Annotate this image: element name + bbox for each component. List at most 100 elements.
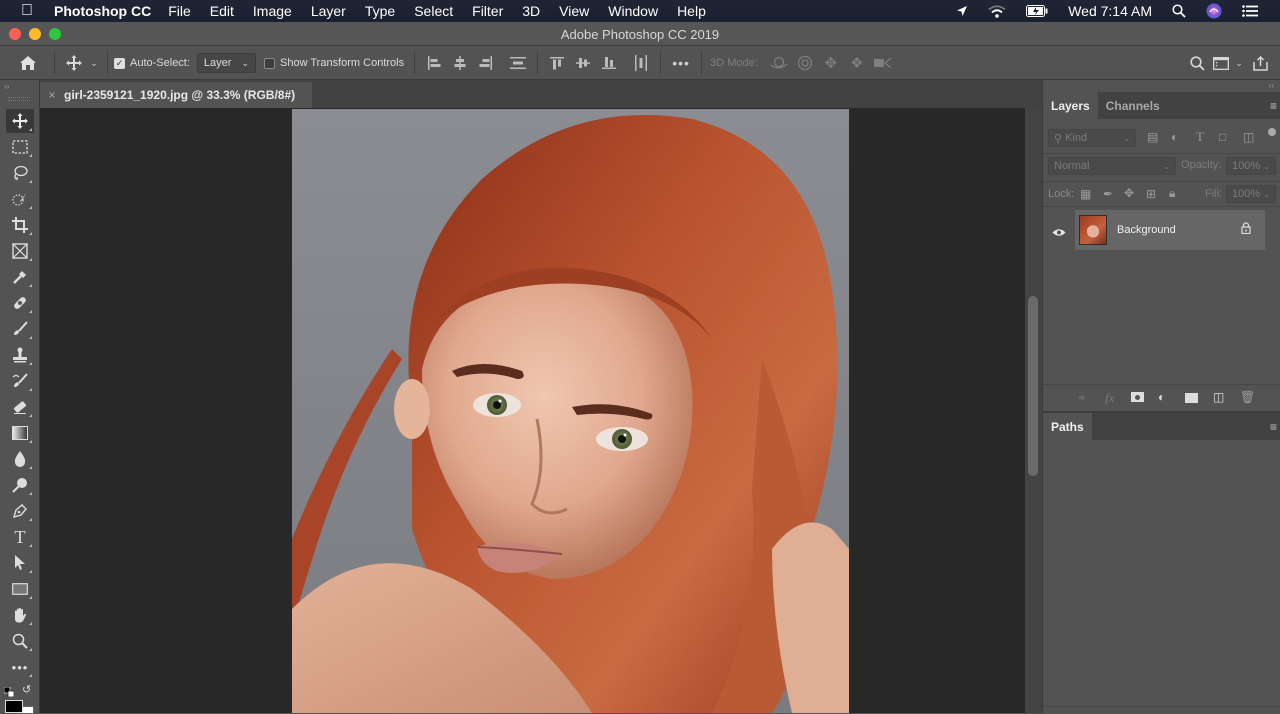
battery-charging-icon[interactable] <box>1026 5 1048 17</box>
link-layers-icon[interactable]: ⚭ <box>1077 391 1087 405</box>
close-document-icon[interactable]: × <box>40 88 64 102</box>
menu-edit[interactable]: Edit <box>210 3 234 19</box>
wifi-icon[interactable] <box>988 4 1006 18</box>
layer-name[interactable]: Background <box>1117 224 1241 236</box>
layers-panel-menu-icon[interactable]: ≡ <box>1270 99 1277 113</box>
spot-healing-brush-tool[interactable] <box>6 291 34 315</box>
default-colors-icon[interactable] <box>3 684 15 698</box>
auto-select-target-dropdown[interactable]: Layer ⌄ <box>196 53 256 73</box>
align-right-edges-icon[interactable] <box>473 51 499 75</box>
lock-image-pixels-icon[interactable]: ✒ <box>1103 187 1113 201</box>
brush-tool[interactable] <box>6 317 34 341</box>
dodge-tool[interactable] <box>6 473 34 497</box>
hand-tool[interactable] <box>6 603 34 627</box>
add-mask-icon[interactable] <box>1131 392 1144 402</box>
auto-select-checkbox[interactable]: ✓ <box>114 57 125 69</box>
crop-tool[interactable] <box>6 213 34 237</box>
swap-colors-icon[interactable]: ↺ <box>22 683 31 696</box>
home-button[interactable] <box>8 51 48 75</box>
rectangle-tool[interactable] <box>6 577 34 601</box>
new-layer-icon[interactable]: ◫ <box>1213 390 1224 404</box>
adjustment-layer-icon[interactable]: ◐ <box>1158 390 1165 404</box>
clone-stamp-tool[interactable] <box>6 343 34 367</box>
siri-icon[interactable] <box>1206 3 1222 19</box>
lock-artboard-icon[interactable]: ⊞ <box>1146 187 1156 201</box>
collapse-panels-icon[interactable]: ‹‹ <box>1269 81 1274 90</box>
menu-file[interactable]: File <box>168 3 191 19</box>
fx-icon[interactable]: fx <box>1105 390 1114 406</box>
edit-toolbar-icon[interactable]: ••• <box>6 655 34 679</box>
tab-layers[interactable]: Layers <box>1043 92 1098 119</box>
menu-3d[interactable]: 3D <box>522 3 540 19</box>
blend-mode-dropdown[interactable]: Normal ⌄ <box>1048 157 1176 175</box>
rectangular-marquee-tool[interactable] <box>6 135 34 159</box>
paths-panel-menu-icon[interactable]: ≡ <box>1270 420 1277 434</box>
canvas-vertical-scrollbar[interactable] <box>1025 108 1042 713</box>
share-icon[interactable] <box>1246 51 1274 75</box>
workspace-icon[interactable] <box>1210 51 1232 75</box>
document-tab[interactable]: × girl-2359121_1920.jpg @ 33.3% (RGB/8#) <box>40 82 312 108</box>
fill-field[interactable]: 100% ⌄ <box>1226 185 1276 203</box>
search-icon[interactable] <box>1184 51 1210 75</box>
menu-select[interactable]: Select <box>414 3 453 19</box>
frame-tool[interactable] <box>6 239 34 263</box>
filter-type-layers-icon[interactable]: T <box>1196 129 1204 145</box>
3d-scale-camera-icon[interactable] <box>870 51 896 75</box>
document-image[interactable] <box>292 109 849 713</box>
layer-lock-icon[interactable] <box>1241 221 1251 239</box>
lasso-tool[interactable] <box>6 161 34 185</box>
layer-visibility-eye-icon[interactable] <box>1052 224 1066 242</box>
menu-app-name[interactable]: Photoshop CC <box>54 3 151 19</box>
lock-transparent-pixels-icon[interactable]: ▦ <box>1080 187 1091 201</box>
layer-row-background[interactable]: Background <box>1075 210 1265 250</box>
blur-tool[interactable] <box>6 447 34 471</box>
filter-shape-layers-icon[interactable]: □ <box>1219 130 1226 144</box>
menu-help[interactable]: Help <box>677 3 706 19</box>
lock-position-icon[interactable]: ✥ <box>1124 186 1134 200</box>
filter-toggle-switch[interactable] <box>1268 128 1276 136</box>
path-selection-tool[interactable] <box>6 551 34 575</box>
show-transform-controls-checkbox[interactable] <box>264 57 275 69</box>
filter-adjustment-layers-icon[interactable]: ◐ <box>1171 130 1178 144</box>
align-bottom-edges-icon[interactable] <box>596 51 622 75</box>
quick-selection-tool[interactable] <box>6 187 34 211</box>
menu-type[interactable]: Type <box>365 3 395 19</box>
new-group-icon[interactable] <box>1185 393 1198 403</box>
scrollbar-thumb[interactable] <box>1028 296 1038 476</box>
align-vertical-centers-icon[interactable] <box>570 51 596 75</box>
chevron-down-icon[interactable]: ⌄ <box>1263 190 1270 199</box>
tab-channels[interactable]: Channels <box>1098 92 1168 119</box>
workspace-chevron-down-icon[interactable]: ⌄ <box>1232 51 1246 75</box>
type-tool[interactable]: T <box>6 525 34 549</box>
eraser-tool[interactable] <box>6 395 34 419</box>
location-icon[interactable] <box>956 5 968 17</box>
distribute-horizontal-centers-icon[interactable] <box>628 51 654 75</box>
menu-filter[interactable]: Filter <box>472 3 503 19</box>
notification-center-icon[interactable] <box>1242 5 1258 17</box>
canvas-area[interactable] <box>40 108 1025 713</box>
history-brush-tool[interactable] <box>6 369 34 393</box>
zoom-tool[interactable] <box>6 629 34 653</box>
menu-window[interactable]: Window <box>608 3 658 19</box>
layer-filter-kind-dropdown[interactable]: ⚲ Kind ⌄ <box>1048 129 1136 147</box>
delete-layer-icon[interactable]: 🗑︎ <box>1240 390 1255 404</box>
filter-smart-objects-icon[interactable]: ◫ <box>1243 130 1254 144</box>
foreground-color-swatch[interactable] <box>5 700 23 713</box>
move-tool[interactable] <box>6 109 34 133</box>
toolbar-grip[interactable] <box>8 97 30 101</box>
lock-all-icon[interactable]: 🔒︎ <box>1169 186 1175 201</box>
menu-layer[interactable]: Layer <box>311 3 346 19</box>
tool-preset-chevron-down-icon[interactable]: ⌄ <box>87 51 101 75</box>
more-options-icon[interactable]: ••• <box>667 51 695 75</box>
align-left-edges-icon[interactable] <box>421 51 447 75</box>
pen-tool[interactable] <box>6 499 34 523</box>
align-top-edges-icon[interactable] <box>544 51 570 75</box>
chevron-down-icon[interactable]: ⌄ <box>1263 162 1270 171</box>
3d-roll-icon[interactable] <box>792 51 818 75</box>
3d-slide-icon[interactable]: ❖ <box>844 51 870 75</box>
tool-preset-move-icon[interactable] <box>61 51 87 75</box>
spotlight-search-icon[interactable] <box>1172 4 1186 18</box>
3d-pan-icon[interactable]: ✥ <box>818 51 844 75</box>
align-horizontal-centers-icon[interactable] <box>447 51 473 75</box>
menu-image[interactable]: Image <box>253 3 292 19</box>
